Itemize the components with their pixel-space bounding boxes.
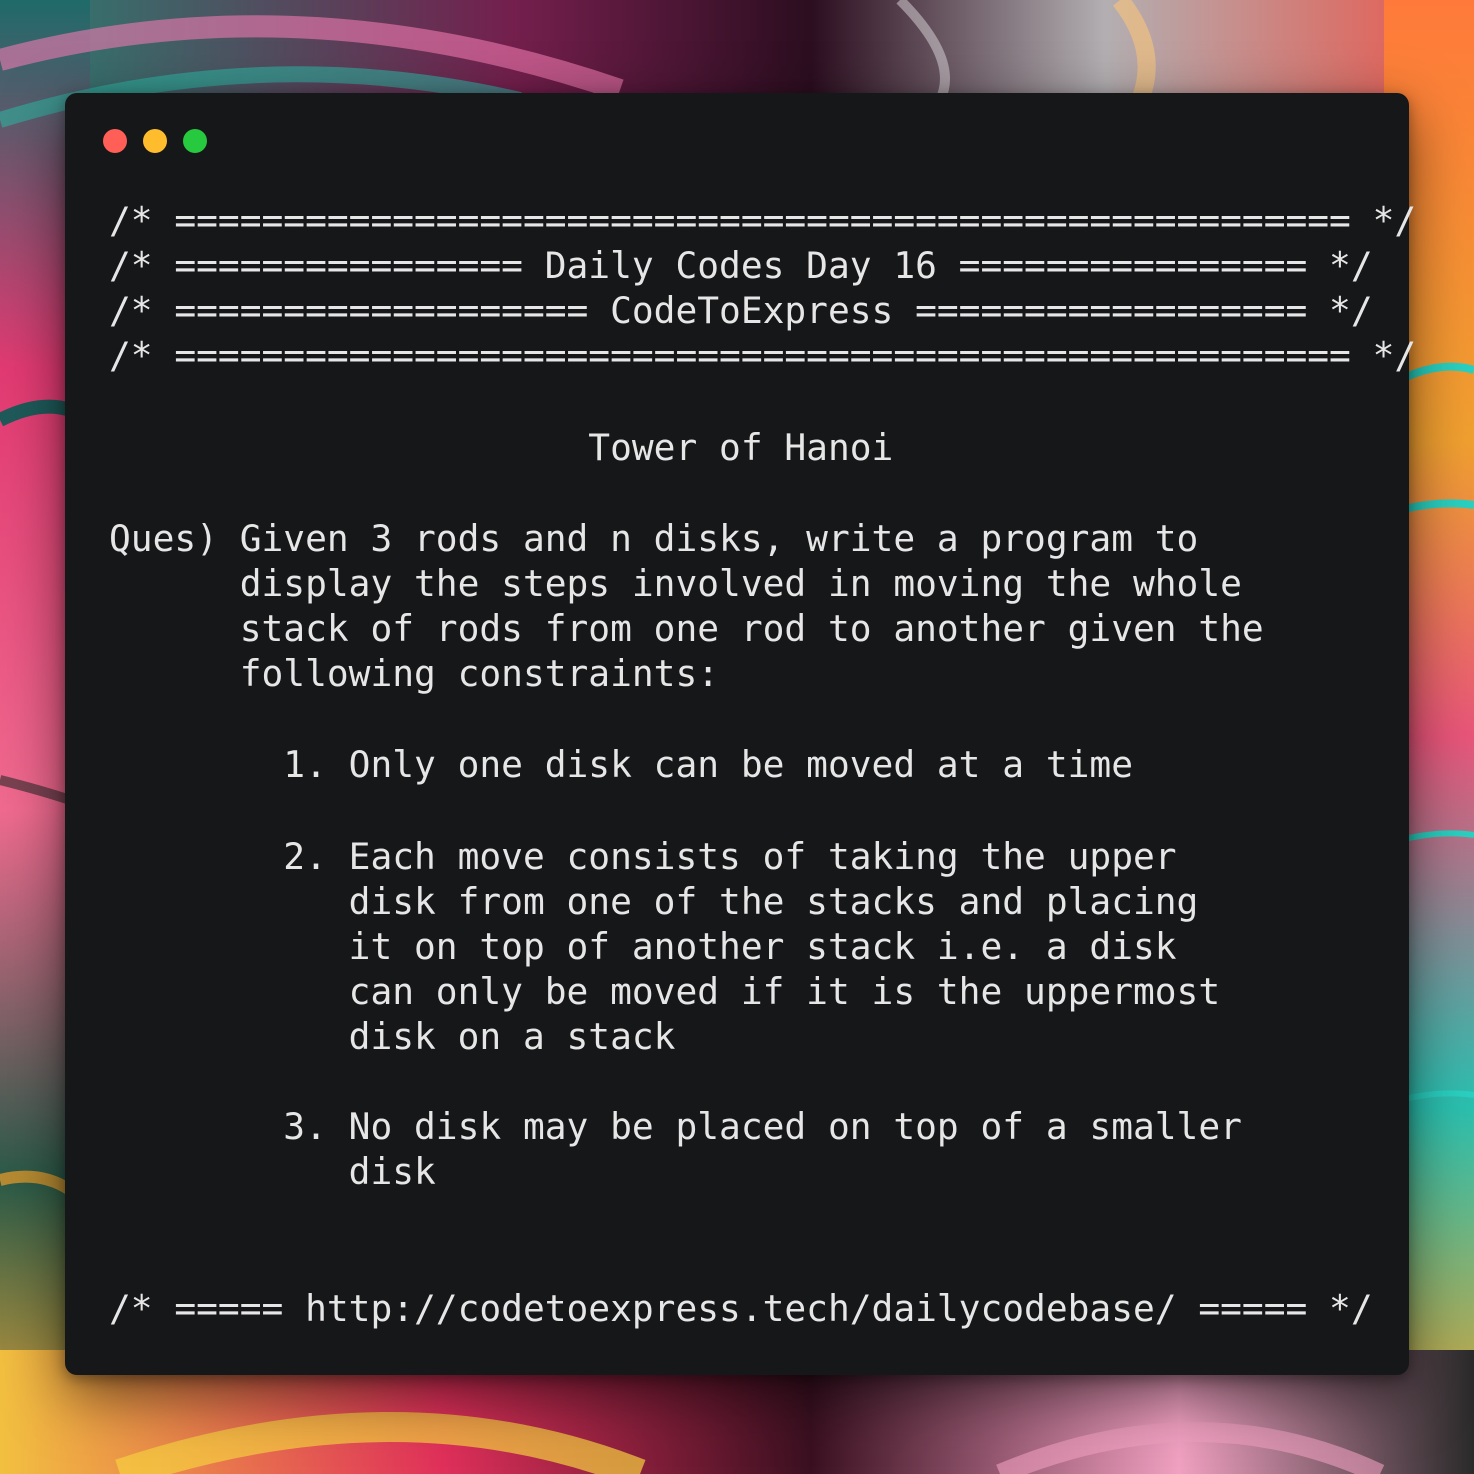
question-line-2: display the steps involved in moving the… bbox=[109, 562, 1242, 605]
header-line-3: /* =================== CodeToExpress ===… bbox=[109, 289, 1373, 332]
constraint-2-line-2: disk from one of the stacks and placing bbox=[109, 880, 1199, 923]
problem-title: Tower of Hanoi bbox=[109, 426, 894, 469]
question-line-4: following constraints: bbox=[109, 652, 720, 695]
header-line-2: /* ================ Daily Codes Day 16 =… bbox=[109, 244, 1373, 287]
constraint-1-line-1: 1. Only one disk can be moved at a time bbox=[109, 743, 1133, 786]
footer-url-line: /* ===== http://codetoexpress.tech/daily… bbox=[109, 1287, 1373, 1330]
header-line-4: /* =====================================… bbox=[109, 334, 1417, 377]
code-window: /* =====================================… bbox=[65, 93, 1416, 1375]
constraint-2-line-4: can only be moved if it is the uppermost bbox=[109, 970, 1221, 1013]
constraint-3-line-2: disk bbox=[109, 1150, 436, 1193]
constraint-3-line-1: 3. No disk may be placed on top of a sma… bbox=[109, 1105, 1242, 1148]
question-line-3: stack of rods from one rod to another gi… bbox=[109, 607, 1264, 650]
constraint-2-line-3: it on top of another stack i.e. a disk bbox=[109, 925, 1177, 968]
close-button[interactable] bbox=[103, 129, 127, 153]
question-line-1: Ques) Given 3 rods and n disks, write a … bbox=[109, 517, 1199, 560]
maximize-button[interactable] bbox=[183, 129, 207, 153]
constraint-2-line-1: 2. Each move consists of taking the uppe… bbox=[109, 835, 1177, 878]
constraint-2-line-5: disk on a stack bbox=[109, 1015, 676, 1058]
minimize-button[interactable] bbox=[143, 129, 167, 153]
header-line-1: /* =====================================… bbox=[109, 199, 1417, 242]
